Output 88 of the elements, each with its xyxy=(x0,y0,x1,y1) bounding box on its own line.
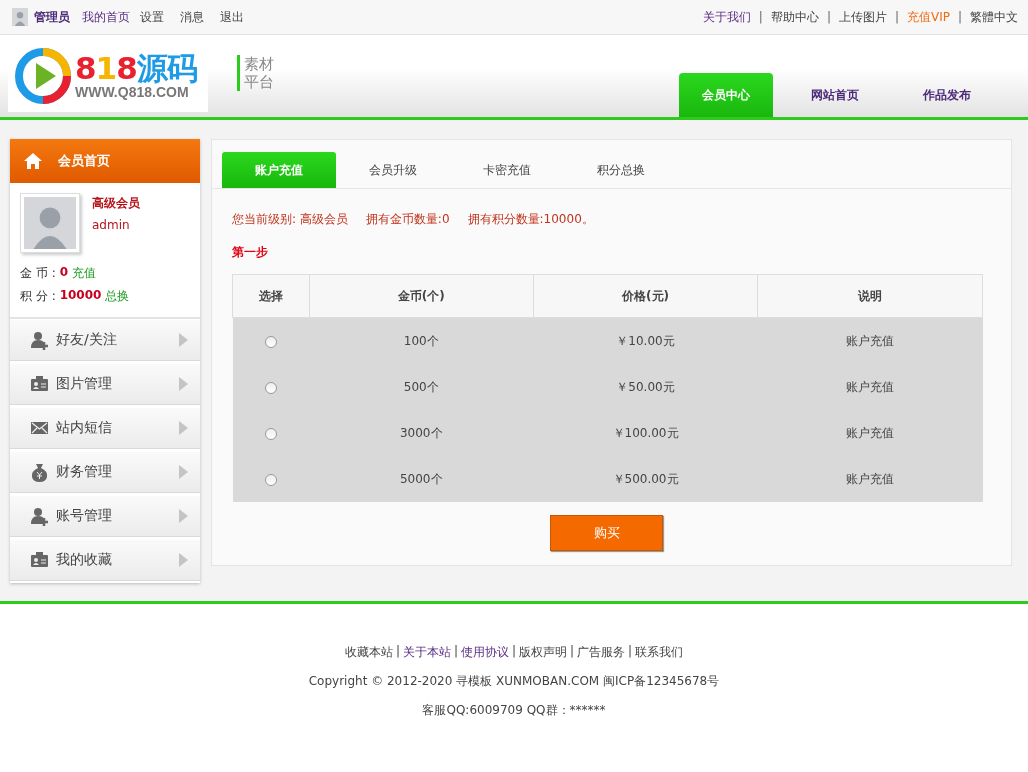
nav-tab[interactable]: 作品发布 xyxy=(891,73,1003,117)
recharge-link[interactable]: 充值 xyxy=(72,265,97,282)
column-header: 价格(元) xyxy=(533,274,758,318)
table-cell: 账户充值 xyxy=(757,410,983,456)
slogan-text: 素材 xyxy=(244,55,274,73)
radio-button[interactable] xyxy=(264,335,277,348)
top-link[interactable]: 消息 xyxy=(180,8,204,26)
footer-link[interactable]: 广告服务 xyxy=(577,644,626,661)
logo-url: WWW.Q818.COM xyxy=(75,84,189,100)
status-text: 拥有金币数量:0 xyxy=(365,211,450,228)
money-bag-icon xyxy=(30,462,49,482)
step-heading: 第一步 xyxy=(232,244,269,261)
separator: | xyxy=(758,10,763,24)
table-cell: 3000个 xyxy=(309,410,534,456)
radio-button[interactable] xyxy=(264,381,277,394)
top-link[interactable]: 管理员 xyxy=(34,8,70,26)
separator: | xyxy=(453,644,458,660)
panel-tab[interactable]: 卡密充值 xyxy=(450,152,564,188)
stat-value: 10000 xyxy=(59,288,102,304)
user-add-icon xyxy=(30,506,49,526)
footer-link[interactable]: 使用协议 xyxy=(460,644,509,661)
sidebar-menu-item[interactable]: 站内短信 xyxy=(10,407,200,449)
sidebar-menu-item[interactable]: 图片管理 xyxy=(10,363,200,405)
table-cell: 100个 xyxy=(309,317,534,364)
footer-link[interactable]: 联系我们 xyxy=(635,644,684,661)
separator: | xyxy=(826,10,831,24)
member-level: 高级会员 xyxy=(92,195,140,212)
chevron-right-icon xyxy=(179,377,188,391)
id-card-icon xyxy=(30,374,49,394)
top-link[interactable]: 帮助中心 xyxy=(770,8,819,26)
separator: | xyxy=(894,10,899,24)
top-link[interactable]: 上传图片 xyxy=(838,8,887,26)
table-cell: ￥500.00元 xyxy=(533,456,758,502)
home-icon xyxy=(24,153,42,169)
chevron-right-icon xyxy=(179,465,188,479)
status-text: 您当前级别: 高级会员 xyxy=(232,211,348,228)
user-add-icon xyxy=(30,330,49,350)
column-header: 金币(个) xyxy=(309,274,534,318)
stat-label: 积 分 : xyxy=(20,288,56,305)
sidebar-menu-item[interactable]: 财务管理 xyxy=(10,451,200,493)
contact-text: 客服QQ:6009709 QQ群：****** xyxy=(422,702,606,719)
column-header: 说明 xyxy=(757,274,983,318)
column-header: 选择 xyxy=(232,274,310,318)
top-link[interactable]: 设置 xyxy=(140,8,164,26)
stat-value: 0 xyxy=(59,265,69,281)
table-cell: 账户充值 xyxy=(757,456,983,502)
nav-tab[interactable]: 网站首页 xyxy=(779,73,891,117)
top-link[interactable]: 繁體中文 xyxy=(970,8,1018,26)
copyright-text: Copyright © 2012-2020 寻模板 XUNMOBAN.COM 闽ICP备12345678号 xyxy=(308,673,720,690)
separator: | xyxy=(511,644,516,660)
id-card-icon xyxy=(30,550,49,570)
table-cell: ￥10.00元 xyxy=(533,317,758,364)
sidebar-menu-item[interactable]: 账号管理 xyxy=(10,495,200,537)
status-text: 拥有积分数量:10000。 xyxy=(467,211,594,228)
table-cell: 5000个 xyxy=(309,456,534,502)
table-cell: ￥100.00元 xyxy=(533,410,758,456)
separator: | xyxy=(628,644,633,660)
play-circle-icon xyxy=(14,47,72,105)
sidebar-menu-item[interactable]: 我的收藏 xyxy=(10,539,200,581)
top-link[interactable]: 关于我们 xyxy=(702,8,751,26)
top-link[interactable]: 退出 xyxy=(220,8,244,26)
top-link[interactable]: 我的首页 xyxy=(82,8,130,26)
footer-link[interactable]: 版权声明 xyxy=(519,644,567,661)
footer-link[interactable]: 关于本站 xyxy=(402,644,451,661)
chevron-right-icon xyxy=(179,333,188,347)
chevron-right-icon xyxy=(179,553,188,567)
avatar-icon xyxy=(12,8,28,26)
table-cell: 账户充值 xyxy=(757,317,983,364)
slogan-text: 平台 xyxy=(244,73,274,91)
sidebar-menu-item[interactable]: 好友/关注 xyxy=(10,319,200,361)
table-cell: 500个 xyxy=(309,364,534,410)
table-cell: 账户充值 xyxy=(757,364,983,410)
separator: | xyxy=(570,644,575,660)
panel-tab[interactable]: 积分总换 xyxy=(564,152,678,188)
panel-tab[interactable]: 会员升级 xyxy=(336,152,450,188)
radio-button[interactable] xyxy=(264,473,277,486)
username: admin xyxy=(92,218,131,232)
chevron-right-icon xyxy=(179,421,188,435)
footer-link[interactable]: 收藏本站 xyxy=(344,644,393,661)
sidebar-title: 会员首页 xyxy=(58,152,110,170)
radio-button[interactable] xyxy=(264,427,277,440)
separator: | xyxy=(957,10,962,24)
logo-text: 818源码 xyxy=(75,52,197,84)
exchange-link[interactable]: 总换 xyxy=(105,288,130,305)
stat-label: 金 币 : xyxy=(20,265,56,282)
separator: | xyxy=(395,644,400,660)
table-cell: ￥50.00元 xyxy=(533,364,758,410)
chevron-right-icon xyxy=(179,509,188,523)
